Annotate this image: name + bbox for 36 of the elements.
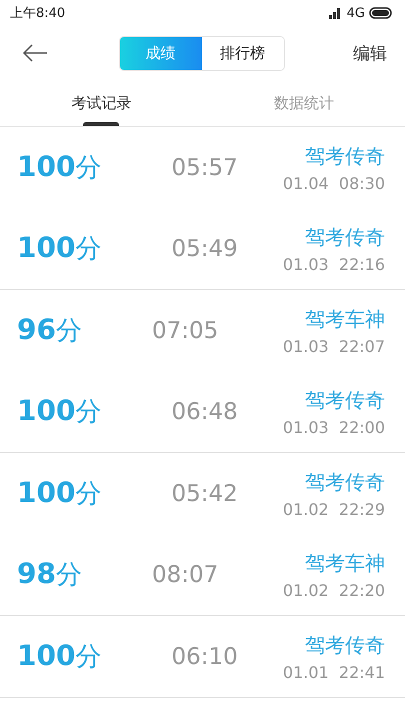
rank-title: 驾考传奇 [305, 224, 385, 250]
exam-date: 01.02 22:29 [282, 500, 385, 518]
score: 100分 [17, 639, 102, 674]
exam-date: 01.03 22:00 [282, 418, 385, 436]
rank-title: 驾考传奇 [305, 142, 385, 170]
rank-title: 驾考传奇 [305, 468, 385, 496]
exam-date: 01.04 08:30 [282, 174, 385, 192]
exam-date: 01.02 22:20 [282, 580, 385, 600]
duration: 06:10 [171, 644, 238, 670]
duration: 06:48 [171, 398, 238, 424]
status-time: 上午8:40 [10, 5, 66, 22]
exam-date: 01.03 22:07 [282, 336, 385, 356]
score: 100分 [17, 231, 102, 266]
score: 98分 [17, 557, 82, 592]
score: 96分 [17, 313, 82, 348]
rank-title: 驾考传奇 [305, 632, 385, 658]
back-arrow-icon [22, 44, 48, 62]
signal-icon [328, 7, 343, 19]
score: 100分 [17, 150, 102, 185]
exam-date: 01.03 22:16 [282, 254, 385, 274]
tab-indicator [83, 122, 120, 126]
score: 100分 [17, 394, 102, 429]
edit-link[interactable]: 编辑 [353, 42, 387, 64]
duration: 05:42 [171, 480, 238, 506]
tab[interactable]: 考试记录 [0, 80, 202, 126]
duration: 08:07 [152, 562, 218, 588]
battery-icon [369, 7, 393, 19]
network-label: 4G [346, 6, 365, 20]
rank-title: 驾考车神 [305, 550, 385, 576]
duration: 05:49 [171, 236, 238, 262]
duration: 05:57 [171, 154, 238, 180]
exam-date: 01.01 22:41 [282, 662, 385, 682]
score: 100分 [17, 476, 102, 511]
rank-title: 驾考传奇 [305, 386, 385, 414]
rank-title: 驾考车神 [305, 306, 385, 332]
duration: 07:05 [152, 318, 218, 344]
